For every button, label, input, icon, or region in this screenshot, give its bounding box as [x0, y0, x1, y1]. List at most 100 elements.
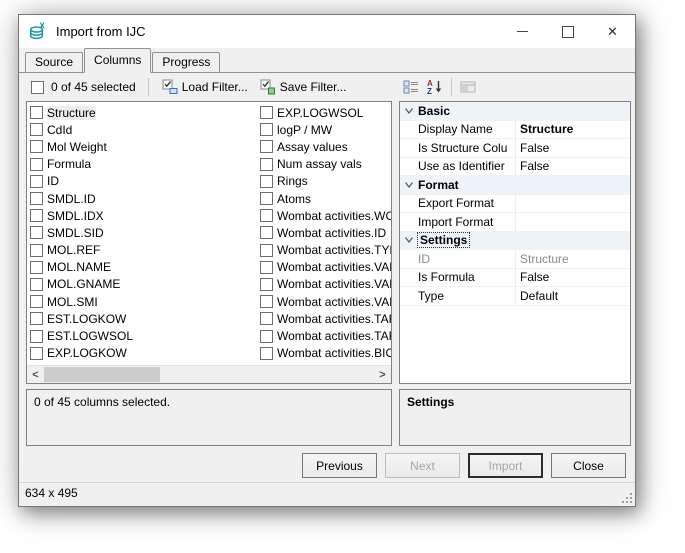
column-checkbox-item[interactable]: Wombat activities.VALUI	[260, 293, 391, 310]
tab-source[interactable]: Source	[25, 52, 83, 72]
checkbox-icon[interactable]	[30, 106, 43, 119]
maximize-button[interactable]	[545, 15, 590, 48]
property-row[interactable]: Export Format	[400, 195, 630, 214]
checkbox-icon[interactable]	[260, 226, 273, 239]
column-checkbox-item[interactable]: SMDL.SID	[30, 224, 258, 241]
column-checkbox-item[interactable]: Num assay vals	[260, 156, 391, 173]
column-checkbox-item[interactable]: EST.LOGKOW	[30, 310, 258, 327]
checkbox-icon[interactable]	[30, 123, 43, 136]
column-checkbox-item[interactable]: Wombat activities.ID	[260, 224, 391, 241]
column-checkbox-item[interactable]: Wombat activities.TARG	[260, 310, 391, 327]
property-value[interactable]: Structure	[515, 121, 630, 139]
scroll-left-arrow-icon[interactable]: <	[27, 366, 44, 383]
load-filter-button[interactable]: Load Filter...	[156, 76, 254, 98]
checkbox-icon[interactable]	[30, 244, 43, 257]
tab-progress[interactable]: Progress	[152, 52, 220, 72]
checkbox-icon[interactable]	[30, 192, 43, 205]
checkbox-icon[interactable]	[30, 175, 43, 188]
column-checkbox-item[interactable]: ID	[30, 173, 258, 190]
checkbox-icon[interactable]	[260, 347, 273, 360]
scroll-right-arrow-icon[interactable]: >	[374, 366, 391, 383]
checkbox-icon[interactable]	[30, 347, 43, 360]
property-row[interactable]: Is Structure ColuFalse	[400, 139, 630, 158]
horizontal-scrollbar[interactable]: < >	[27, 365, 391, 383]
collapse-chevron-icon[interactable]	[400, 182, 418, 188]
column-checkbox-item[interactable]: SMDL.IDX	[30, 207, 258, 224]
checkbox-icon[interactable]	[30, 312, 43, 325]
property-category-basic[interactable]: Basic	[400, 102, 630, 121]
collapse-chevron-icon[interactable]	[400, 108, 418, 114]
close-button[interactable]: Close	[551, 453, 626, 478]
select-all-checkbox[interactable]	[31, 81, 44, 94]
tab-columns[interactable]: Columns	[84, 48, 151, 73]
property-value[interactable]: False	[515, 139, 630, 157]
scrollbar-thumb[interactable]	[44, 367, 160, 382]
column-checkbox-item[interactable]: Wombat activities.TYPE	[260, 242, 391, 259]
checkbox-icon[interactable]	[30, 226, 43, 239]
column-checkbox-item[interactable]: Rings	[260, 173, 391, 190]
checkbox-icon[interactable]	[30, 209, 43, 222]
column-checkbox-item[interactable]: Atoms	[260, 190, 391, 207]
checkbox-icon[interactable]	[260, 244, 273, 257]
collapse-chevron-icon[interactable]	[400, 237, 418, 243]
column-checkbox-item[interactable]: EXP.LOGKOW	[30, 345, 258, 362]
property-category-settings[interactable]: Settings	[400, 232, 630, 251]
column-checkbox-item[interactable]: Wombat activities.BIO.S	[260, 345, 391, 362]
checkbox-icon[interactable]	[30, 158, 43, 171]
property-row[interactable]: Import Format	[400, 213, 630, 232]
column-checkbox-item[interactable]: MOL.NAME	[30, 259, 258, 276]
column-checkbox-item[interactable]: Assay values	[260, 138, 391, 155]
save-filter-button[interactable]: Save Filter...	[254, 76, 353, 98]
column-checkbox-item[interactable]: MOL.REF	[30, 242, 258, 259]
column-checkbox-item[interactable]: Structure	[30, 104, 258, 121]
checkbox-icon[interactable]	[260, 123, 273, 136]
checkbox-icon[interactable]	[260, 158, 273, 171]
column-checkbox-item[interactable]: Wombat activities.WOM	[260, 207, 391, 224]
checkbox-icon[interactable]	[260, 330, 273, 343]
property-row[interactable]: Use as IdentifierFalse	[400, 158, 630, 177]
column-checkbox-item[interactable]: Mol Weight	[30, 138, 258, 155]
property-value[interactable]	[515, 195, 630, 213]
checkbox-icon[interactable]	[260, 295, 273, 308]
property-row[interactable]: Display NameStructure	[400, 121, 630, 140]
checkbox-icon[interactable]	[30, 261, 43, 274]
checkbox-icon[interactable]	[260, 106, 273, 119]
property-value[interactable]: False	[515, 269, 630, 287]
minimize-button[interactable]	[500, 15, 545, 48]
title-bar[interactable]: X Import from IJC ✕	[19, 15, 635, 48]
checkbox-icon[interactable]	[30, 140, 43, 153]
categorized-view-button[interactable]	[399, 76, 423, 98]
checkbox-icon[interactable]	[30, 278, 43, 291]
column-checkbox-item[interactable]: SMDL.ID	[30, 190, 258, 207]
property-category-format[interactable]: Format	[400, 176, 630, 195]
checkbox-icon[interactable]	[260, 175, 273, 188]
column-checkbox-item[interactable]: MOL.GNAME	[30, 276, 258, 293]
checkbox-icon[interactable]	[260, 261, 273, 274]
column-checkbox-item[interactable]: CdId	[30, 121, 258, 138]
column-checkbox-item[interactable]: Wombat activities.VALUI	[260, 276, 391, 293]
property-row[interactable]: TypeDefault	[400, 287, 630, 306]
checkbox-icon[interactable]	[260, 209, 273, 222]
checkbox-icon[interactable]	[260, 192, 273, 205]
checkbox-icon[interactable]	[260, 140, 273, 153]
sort-alphabetical-button[interactable]: A Z	[423, 76, 447, 98]
property-value[interactable]: False	[515, 158, 630, 176]
property-value[interactable]: Default	[515, 287, 630, 305]
checkbox-icon[interactable]	[30, 330, 43, 343]
previous-button[interactable]: Previous	[302, 453, 377, 478]
checkbox-icon[interactable]	[260, 312, 273, 325]
column-checkbox-item[interactable]: logP / MW	[260, 121, 391, 138]
column-checkbox-item[interactable]: MOL.SMI	[30, 293, 258, 310]
column-checkbox-item[interactable]: EST.LOGWSOL	[30, 327, 258, 344]
close-button[interactable]: ✕	[590, 15, 635, 48]
column-checkbox-item[interactable]: Wombat activities.VALUI	[260, 259, 391, 276]
checkbox-icon[interactable]	[260, 278, 273, 291]
property-row[interactable]: IDStructure	[400, 250, 630, 269]
column-checkbox-item[interactable]: Wombat activities.TARG	[260, 327, 391, 344]
property-value[interactable]: Structure	[515, 250, 630, 268]
column-checkbox-item[interactable]: Formula	[30, 156, 258, 173]
resize-grip-icon[interactable]	[620, 491, 633, 504]
checkbox-icon[interactable]	[30, 295, 43, 308]
column-checkbox-item[interactable]: EXP.LOGWSOL	[260, 104, 391, 121]
property-row[interactable]: Is FormulaFalse	[400, 269, 630, 288]
